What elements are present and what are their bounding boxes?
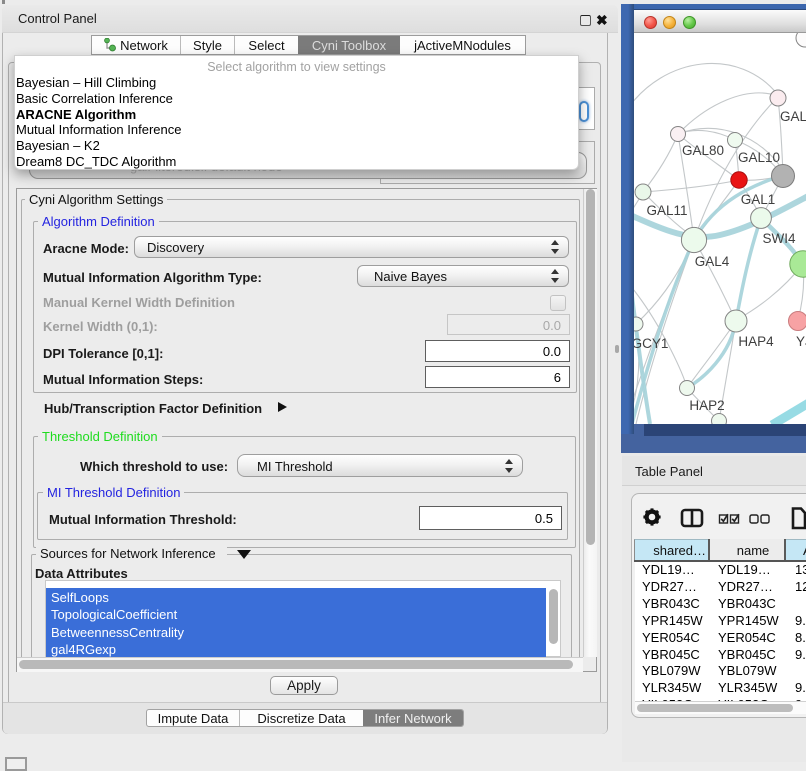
svg-text:GAL10: GAL10	[738, 150, 780, 165]
svg-text:GAL11: GAL11	[646, 203, 687, 218]
svg-text:SWI4: SWI4	[762, 231, 795, 246]
svg-text:HAP2: HAP2	[689, 398, 724, 413]
svg-text:GAL80: GAL80	[682, 143, 724, 158]
svg-text:HAP4: HAP4	[738, 334, 774, 349]
svg-text:GCY1: GCY1	[634, 336, 668, 351]
svg-text:GAL7: GAL7	[780, 109, 806, 124]
svg-text:GAL1: GAL1	[741, 192, 776, 207]
svg-text:YJ: YJ	[796, 334, 806, 349]
svg-text:GAL4: GAL4	[695, 254, 730, 269]
